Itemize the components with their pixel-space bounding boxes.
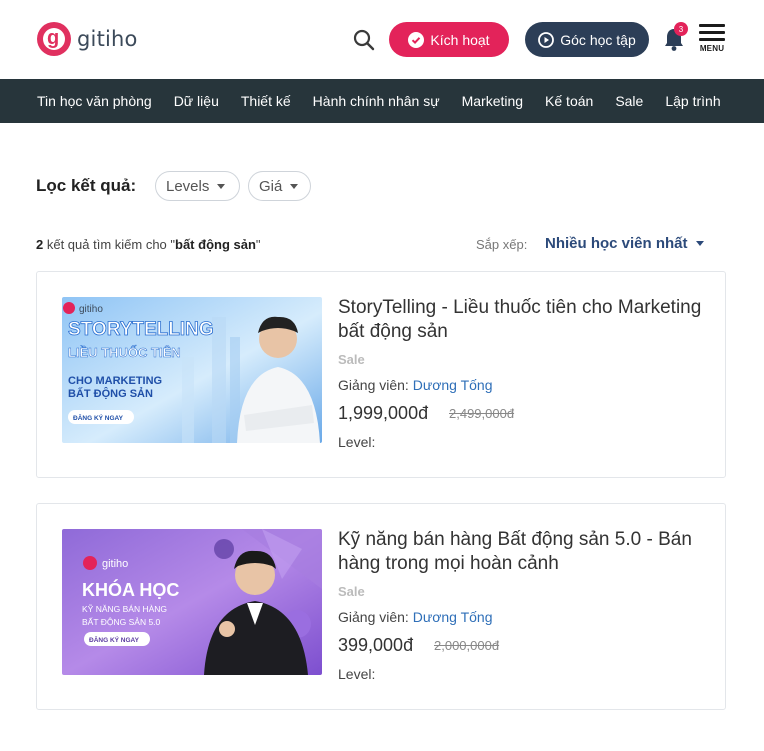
- thumb-title: STORYTELLING: [68, 319, 214, 340]
- nav-item-data[interactable]: Dữ liệu: [174, 93, 219, 109]
- caret-down-icon: [695, 241, 704, 246]
- thumb-brand: gitiho: [79, 304, 103, 315]
- search-icon[interactable]: [352, 28, 376, 52]
- course-title[interactable]: Kỹ năng bán hàng Bất động sản 5.0 - Bán …: [338, 528, 708, 576]
- course-thumbnail[interactable]: gitiho KHÓA HỌC KỸ NĂNG BÁN HÀNG BẤT ĐỘN…: [62, 529, 322, 675]
- hamburger-icon: [699, 24, 725, 27]
- thumb-cta: ĐĂNG KÝ NGAY: [89, 635, 140, 644]
- nav-item-marketing[interactable]: Marketing: [462, 93, 523, 109]
- results-text-before: kết quả tìm kiếm cho ": [43, 237, 176, 252]
- thumb-subtitle: KỸ NĂNG BÁN HÀNG: [82, 604, 167, 614]
- course-old-price: 2,000,000đ: [434, 638, 500, 653]
- course-level: Level:: [338, 434, 376, 450]
- category-nav: Tin học văn phòng Dữ liệu Thiết kế Hành …: [0, 79, 764, 123]
- course-price: 1,999,000đ: [338, 403, 429, 423]
- thumb-line3: BẤT ĐỘNG SẢN 5.0: [82, 616, 161, 627]
- menu-label: MENU: [699, 44, 725, 53]
- price-label: Giá: [259, 177, 283, 195]
- sort-value: Nhiều học viên nhất: [545, 235, 688, 252]
- course-teacher: Giảng viên: Dương Tống: [338, 377, 493, 393]
- course-price: 399,000đ: [338, 635, 414, 655]
- levels-label: Levels: [166, 177, 210, 195]
- thumb-line3: CHO MARKETING: [68, 375, 162, 387]
- thumb-subtitle: LIỀU THUỐC TIÊN: [68, 345, 181, 360]
- nav-item-office[interactable]: Tin học văn phòng: [37, 93, 152, 109]
- thumb-title: KHÓA HỌC: [82, 579, 179, 600]
- results-text-after: ": [255, 237, 261, 252]
- study-corner-label: Góc học tập: [560, 31, 636, 48]
- teacher-label: Giảng viên:: [338, 377, 409, 393]
- course-card[interactable]: gitiho STORYTELLING LIỀU THUỐC TIÊN CHO …: [36, 271, 726, 478]
- results-summary: 2 kết quả tìm kiếm cho "bất động sản": [36, 237, 261, 252]
- course-badge: Sale: [338, 352, 365, 367]
- hamburger-bar: [699, 38, 725, 41]
- course-thumbnail[interactable]: gitiho STORYTELLING LIỀU THUỐC TIÊN CHO …: [62, 297, 322, 443]
- nav-item-hr[interactable]: Hành chính nhân sự: [313, 93, 440, 109]
- course-badge: Sale: [338, 584, 365, 599]
- activate-label: Kích hoạt: [430, 31, 490, 48]
- logo-text: gitiho: [77, 27, 138, 51]
- caret-down-icon: [217, 183, 226, 189]
- price-dropdown[interactable]: Giá: [248, 171, 311, 201]
- nav-item-accounting[interactable]: Kế toán: [545, 93, 593, 109]
- teacher-name-link[interactable]: Dương Tống: [413, 609, 493, 625]
- course-card[interactable]: gitiho KHÓA HỌC KỸ NĂNG BÁN HÀNG BẤT ĐỘN…: [36, 503, 726, 710]
- hamburger-bar: [699, 31, 725, 34]
- caret-down-icon: [290, 183, 299, 189]
- levels-dropdown[interactable]: Levels: [155, 171, 240, 201]
- thumb-line4: BẤT ĐỘNG SẢN: [68, 387, 153, 400]
- logo-mark-icon: g: [37, 22, 71, 56]
- notification-badge: 3: [674, 22, 688, 36]
- sort-label: Sắp xếp:: [476, 237, 528, 252]
- activate-button[interactable]: Kích hoạt: [389, 22, 509, 57]
- gitiho-logo[interactable]: g gitiho: [37, 22, 138, 56]
- sort-dropdown[interactable]: Nhiều học viên nhất: [545, 235, 704, 252]
- filter-label: Lọc kết quả:: [36, 176, 137, 195]
- course-title[interactable]: StoryTelling - Liều thuốc tiên cho Marke…: [338, 296, 708, 344]
- play-circle-icon: [538, 31, 555, 48]
- nav-item-programming[interactable]: Lập trình: [665, 93, 720, 109]
- teacher-name-link[interactable]: Dương Tống: [413, 377, 493, 393]
- course-teacher: Giảng viên: Dương Tống: [338, 609, 493, 625]
- course-old-price: 2,499,000đ: [449, 406, 515, 421]
- site-header: g gitiho Kích hoạt Góc học tập 3 MENU: [0, 0, 764, 79]
- teacher-label: Giảng viên:: [338, 609, 409, 625]
- check-circle-icon: [408, 31, 425, 48]
- nav-item-design[interactable]: Thiết kế: [241, 93, 291, 109]
- search-query: bất động sản: [175, 237, 256, 252]
- thumb-cta: ĐĂNG KÝ NGAY: [73, 413, 124, 422]
- menu-button[interactable]: MENU: [697, 24, 727, 54]
- study-corner-button[interactable]: Góc học tập: [525, 22, 649, 57]
- nav-item-sale[interactable]: Sale: [615, 93, 643, 109]
- thumb-brand: gitiho: [102, 558, 128, 570]
- course-level: Level:: [338, 666, 376, 682]
